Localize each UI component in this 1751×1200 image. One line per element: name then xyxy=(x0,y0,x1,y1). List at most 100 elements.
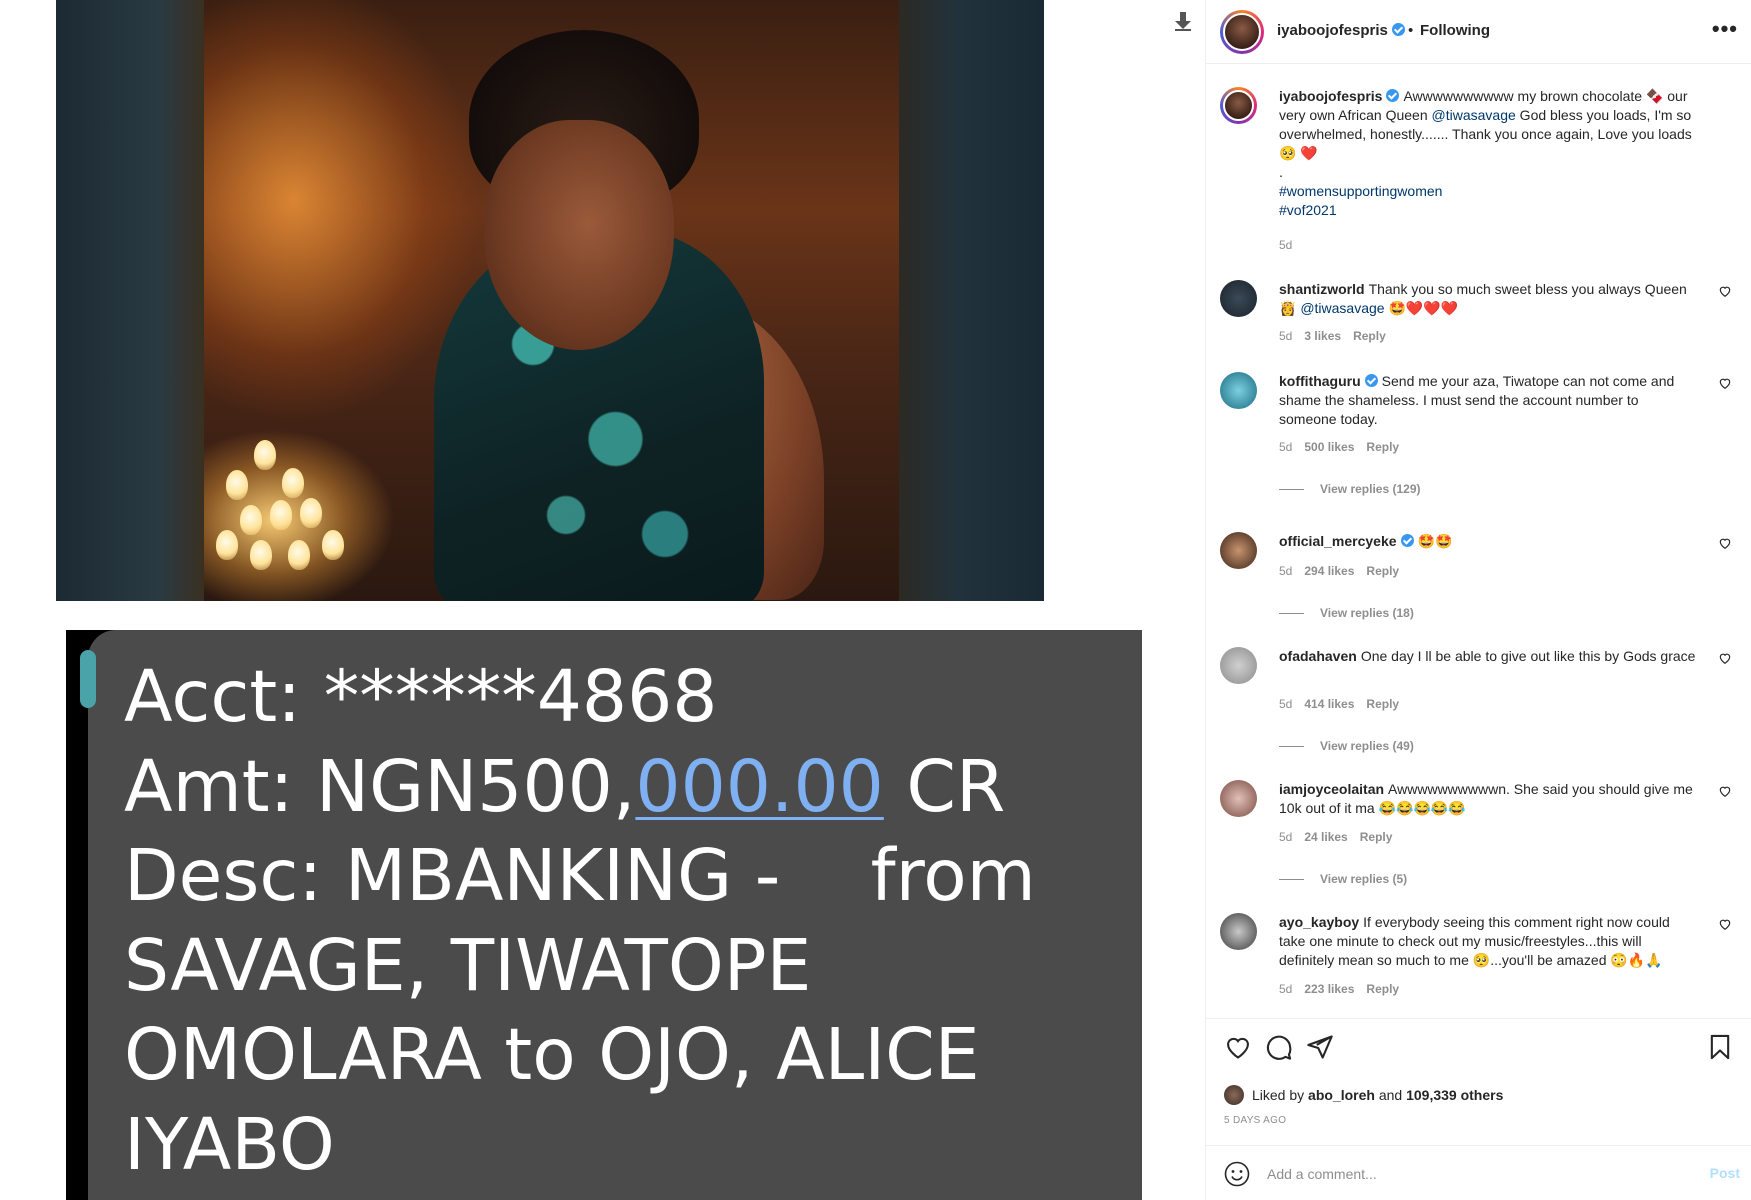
comment-text: iamjoyceolaitan Awwwwwwwwwwn. She said yo… xyxy=(1279,780,1697,818)
comment-emojis: 😂😂😂😂😂 xyxy=(1378,800,1466,816)
post-actions: Liked by abo_loreh and 109,339 others 5 … xyxy=(1206,1018,1751,1145)
view-replies-button[interactable]: View replies (18) xyxy=(1279,606,1414,620)
comment-icon[interactable] xyxy=(1265,1033,1293,1061)
comment-likes[interactable]: 3 likes xyxy=(1304,329,1341,343)
comment-username[interactable]: iamjoyceolaitan xyxy=(1279,781,1384,797)
verified-badge-icon xyxy=(1386,89,1400,102)
view-replies-button[interactable]: View replies (5) xyxy=(1279,872,1407,886)
caption-meta: 5d xyxy=(1279,238,1304,252)
comments-list[interactable]: iyaboojofespris Awwwwwwwwww my brown choc… xyxy=(1206,65,1751,1018)
view-replies-label: View replies (18) xyxy=(1320,606,1414,620)
bank-alert-screenshot: Acct: ******4868 Amt: NGN500,000.00 CR D… xyxy=(66,630,1142,1200)
comment-avatar[interactable] xyxy=(1220,780,1257,817)
comment-time: 5d xyxy=(1279,982,1293,996)
comment-time: 5d xyxy=(1279,697,1293,711)
comment-time: 5d xyxy=(1279,440,1293,454)
bookmark-icon[interactable] xyxy=(1706,1033,1734,1061)
comment-username[interactable]: ayo_kayboy xyxy=(1279,914,1359,930)
bank-alert-account: Acct: ******4868 xyxy=(124,655,718,738)
bank-alert-amount-suffix: CR xyxy=(883,744,1006,828)
view-replies-button[interactable]: View replies (129) xyxy=(1279,482,1421,496)
comment-avatar[interactable] xyxy=(1220,647,1257,684)
comment-text: official_mercyeke 🤩🤩 xyxy=(1279,532,1697,551)
comment-username[interactable]: official_mercyeke xyxy=(1279,533,1397,549)
comment-meta: 5d 500 likes Reply xyxy=(1279,440,1411,454)
liked-by-middle: and xyxy=(1374,1087,1407,1103)
comment-meta: 5d 414 likes Reply xyxy=(1279,697,1411,711)
liked-by-avatar[interactable] xyxy=(1224,1085,1244,1105)
comment-reply-button[interactable]: Reply xyxy=(1366,697,1399,711)
like-comment-heart-icon[interactable] xyxy=(1718,376,1732,390)
author-username[interactable]: iyaboojofespris xyxy=(1277,22,1388,39)
comment-text: ayo_kayboy If everybody seeing this comme… xyxy=(1279,913,1697,970)
comment-emojis: 🤩❤️❤️❤️ xyxy=(1388,300,1459,316)
like-comment-heart-icon[interactable] xyxy=(1718,284,1732,298)
bank-alert-desc-line4: IYABO xyxy=(124,1102,335,1186)
save-arrow-icon[interactable] xyxy=(1172,10,1194,32)
view-replies-label: View replies (49) xyxy=(1320,739,1414,753)
comment-body: One day I ll be able to give out like th… xyxy=(1360,648,1696,664)
comment-avatar[interactable] xyxy=(1220,280,1257,317)
liked-by-text: Liked by abo_loreh and 109,339 others xyxy=(1252,1087,1503,1103)
comment-reply-button[interactable]: Reply xyxy=(1353,329,1386,343)
photo-scene xyxy=(204,0,899,601)
photo-figure-face xyxy=(484,120,674,350)
bank-alert-desc-line2: SAVAGE, TIWATOPE xyxy=(124,923,812,1007)
hashtag-womensupportingwomen[interactable]: #womensupportingwomen xyxy=(1279,183,1442,199)
comment-likes[interactable]: 294 likes xyxy=(1304,564,1354,578)
caption-mention[interactable]: @tiwasavage xyxy=(1432,107,1516,123)
comment-emojis: 🤩🤩 xyxy=(1417,533,1453,549)
post-comment-button[interactable]: Post xyxy=(1710,1165,1740,1181)
liked-by-user[interactable]: abo_loreh xyxy=(1308,1087,1375,1103)
like-comment-heart-icon[interactable] xyxy=(1718,536,1732,550)
comment-text: koffithaguru Send me your aza, Tiwatope c… xyxy=(1279,372,1697,429)
share-icon[interactable] xyxy=(1306,1033,1334,1061)
comment-emojis: 😳🔥🙏 xyxy=(1610,952,1663,968)
comment-input[interactable] xyxy=(1267,1160,1667,1188)
comment-username[interactable]: ofadahaven xyxy=(1279,648,1357,664)
verified-badge-icon xyxy=(1391,23,1405,36)
like-comment-heart-icon[interactable] xyxy=(1718,651,1732,665)
comment-likes[interactable]: 500 likes xyxy=(1304,440,1354,454)
photo-background-right xyxy=(899,0,1044,601)
comment-likes[interactable]: 414 likes xyxy=(1304,697,1354,711)
comment-likes[interactable]: 24 likes xyxy=(1304,830,1347,844)
bank-alert-amount-prefix: Amt: NGN500, xyxy=(124,744,636,828)
smile-icon[interactable] xyxy=(1224,1161,1250,1187)
comment-reply-button[interactable]: Reply xyxy=(1366,982,1399,996)
comment-meta: 5d 223 likes Reply xyxy=(1279,982,1411,996)
view-replies-button[interactable]: View replies (49) xyxy=(1279,739,1414,753)
following-button[interactable]: Following xyxy=(1420,22,1490,39)
comment-reply-button[interactable]: Reply xyxy=(1366,564,1399,578)
comment-text: ofadahaven One day I ll be able to give o… xyxy=(1279,647,1697,666)
caption-time: 5d xyxy=(1279,238,1293,252)
comment-avatar[interactable] xyxy=(1220,532,1257,569)
comment-username[interactable]: shantizworld xyxy=(1279,281,1365,297)
comment-reply-button[interactable]: Reply xyxy=(1366,440,1399,454)
comment-username[interactable]: koffithaguru xyxy=(1279,373,1361,389)
caption-username[interactable]: iyaboojofespris xyxy=(1279,88,1382,104)
like-comment-heart-icon[interactable] xyxy=(1718,917,1732,931)
caption-emojis: 🥺 ❤️ xyxy=(1279,145,1318,161)
author-avatar[interactable] xyxy=(1220,10,1264,54)
comment-avatar[interactable] xyxy=(1220,372,1257,409)
caption-avatar[interactable] xyxy=(1220,87,1257,124)
more-options-icon[interactable]: ••• xyxy=(1712,16,1738,42)
hashtag-vof2021[interactable]: #vof2021 xyxy=(1279,202,1337,218)
comment-time: 5d xyxy=(1279,830,1293,844)
liked-by-others[interactable]: 109,339 others xyxy=(1406,1087,1503,1103)
caption-dot: . xyxy=(1279,164,1283,180)
view-replies-label: View replies (129) xyxy=(1320,482,1421,496)
comment-avatar[interactable] xyxy=(1220,913,1257,950)
liked-by-prefix: Liked by xyxy=(1252,1087,1309,1103)
heart-icon[interactable] xyxy=(1224,1033,1252,1061)
author-username-group: iyaboojofespris xyxy=(1277,22,1405,39)
post-timestamp[interactable]: 5 DAYS AGO xyxy=(1224,1115,1286,1126)
like-comment-heart-icon[interactable] xyxy=(1718,784,1732,798)
comment-likes[interactable]: 223 likes xyxy=(1304,982,1354,996)
bank-alert-amount-link[interactable]: 000.00 xyxy=(635,745,883,828)
bank-alert-desc: Desc: MBANKING - from xyxy=(124,834,1036,917)
comment-mention[interactable]: @tiwasavage xyxy=(1300,300,1384,316)
header-separator: • xyxy=(1408,22,1414,39)
comment-reply-button[interactable]: Reply xyxy=(1360,830,1393,844)
